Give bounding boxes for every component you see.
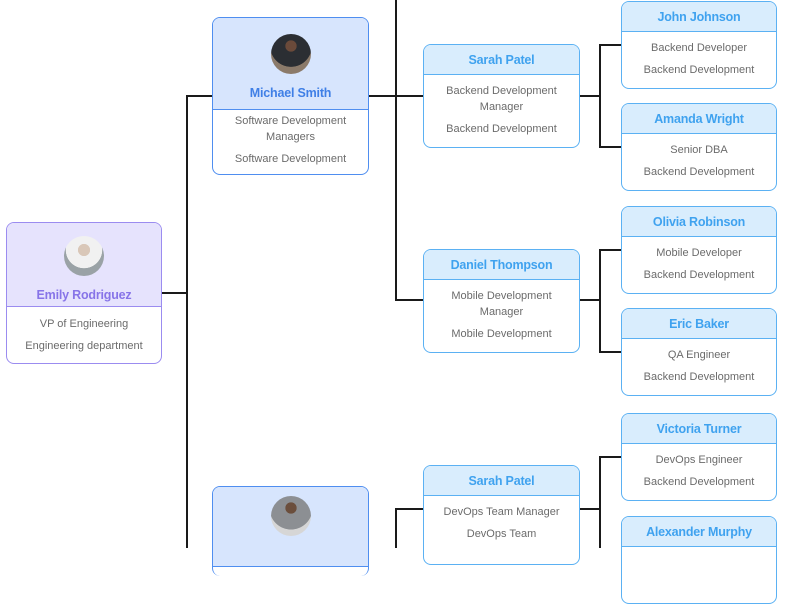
card-header: Daniel Thompson: [424, 250, 579, 280]
person-department: Backend Development: [643, 64, 755, 76]
org-card-team-lead[interactable]: Daniel Thompson Mobile Development Manag…: [423, 249, 580, 353]
person-name: Emily Rodriguez: [36, 287, 132, 302]
person-department: Software Development: [234, 153, 347, 165]
card-header: Alexander Murphy: [622, 517, 776, 547]
person-title: Backend Developer: [650, 42, 747, 54]
connector-line: [186, 95, 213, 97]
person-name: Daniel Thompson: [450, 257, 553, 272]
card-header: Emily Rodriguez: [7, 223, 161, 307]
card-body: VP of Engineering Engineering department: [7, 307, 161, 354]
person-title: Mobile Developer: [656, 247, 742, 259]
title-line: Software Development: [234, 115, 347, 127]
person-title: Backend Development Manager: [424, 83, 579, 115]
org-card-member[interactable]: Olivia Robinson Mobile Developer Backend…: [621, 206, 777, 294]
org-card-team-lead[interactable]: Sarah Patel Backend Development Manager …: [423, 44, 580, 148]
org-card-manager[interactable]: Michael Smith Software Development Manag…: [212, 17, 369, 175]
org-card-member[interactable]: John Johnson Backend Developer Backend D…: [621, 1, 777, 89]
card-body: Software Development Managers Software D…: [213, 110, 368, 167]
person-department: Backend Development: [643, 166, 755, 178]
person-title: QA Engineer: [667, 349, 731, 361]
connector-line: [599, 146, 621, 148]
org-card-member[interactable]: Alexander Murphy: [621, 516, 777, 604]
person-photo-icon: [64, 235, 104, 276]
person-name: Alexander Murphy: [646, 524, 752, 539]
connector-line: [599, 44, 621, 46]
person-name: Sarah Patel: [468, 473, 535, 488]
card-body: QA Engineer Backend Development: [622, 339, 776, 385]
card-body: Senior DBA Backend Development: [622, 134, 776, 180]
title-line: Managers: [266, 131, 315, 143]
person-name: Michael Smith: [249, 85, 332, 100]
org-card-member[interactable]: Victoria Turner DevOps Engineer Backend …: [621, 413, 777, 501]
connector-line: [599, 456, 601, 548]
person-title: DevOps Engineer: [655, 454, 743, 466]
person-department: Backend Development: [643, 269, 755, 281]
person-name: Sarah Patel: [468, 52, 535, 67]
person-title: DevOps Team Manager: [443, 506, 560, 518]
connector-line: [599, 249, 621, 251]
connector-line: [395, 508, 424, 510]
person-department: Backend Development: [643, 371, 755, 383]
person-department: Engineering department: [25, 340, 143, 352]
connector-line: [579, 299, 601, 301]
connector-line: [395, 508, 397, 548]
connector-line: [579, 95, 601, 97]
card-body: Mobile Development Manager Mobile Develo…: [424, 280, 579, 342]
person-name: Amanda Wright: [654, 111, 744, 126]
card-header: Eric Baker: [622, 309, 776, 339]
person-name: John Johnson: [657, 9, 741, 24]
org-card-member[interactable]: Eric Baker QA Engineer Backend Developme…: [621, 308, 777, 396]
connector-line: [186, 95, 188, 548]
title-line: Backend Development: [446, 85, 557, 97]
connector-line: [579, 508, 601, 510]
connector-line: [599, 249, 601, 353]
card-header: Sarah Patel: [424, 466, 579, 496]
connector-line: [161, 292, 187, 294]
card-header: Olivia Robinson: [622, 207, 776, 237]
title-line: Manager: [479, 306, 524, 318]
card-header: John Johnson: [622, 2, 776, 32]
person-department: Mobile Development: [451, 328, 552, 340]
person-photo-icon: [270, 496, 311, 536]
person-department: Backend Development: [643, 476, 755, 488]
card-body: Mobile Developer Backend Development: [622, 237, 776, 283]
card-header: Amanda Wright: [622, 104, 776, 134]
person-photo-icon: [270, 33, 311, 74]
person-title: Mobile Development Manager: [424, 288, 579, 320]
title-line: Mobile Development: [451, 290, 552, 302]
person-title: VP of Engineering: [39, 318, 129, 330]
card-header: Sarah Patel: [424, 45, 579, 75]
connector-line: [599, 456, 621, 458]
person-name: Eric Baker: [669, 316, 729, 331]
org-card-root[interactable]: Emily Rodriguez VP of Engineering Engine…: [6, 222, 162, 364]
org-card-team-lead[interactable]: Sarah Patel DevOps Team Manager DevOps T…: [423, 465, 580, 565]
connector-line: [395, 299, 424, 301]
card-body: Backend Developer Backend Development: [622, 32, 776, 78]
card-header: Victoria Turner: [622, 414, 776, 444]
org-card-manager[interactable]: [212, 486, 369, 576]
person-name: Victoria Turner: [656, 421, 742, 436]
person-department: Backend Development: [446, 123, 557, 135]
connector-line: [599, 44, 601, 148]
card-body: DevOps Engineer Backend Development: [622, 444, 776, 490]
connector-line: [599, 351, 621, 353]
card-body: DevOps Team Manager DevOps Team: [424, 496, 579, 542]
connector-line: [395, 0, 397, 301]
person-title: Senior DBA: [670, 144, 728, 156]
person-department: DevOps Team: [466, 528, 537, 540]
person-title: Software Development Managers: [213, 113, 368, 145]
card-body: Backend Development Manager Backend Deve…: [424, 75, 579, 137]
title-line: Manager: [479, 101, 524, 113]
card-header: Michael Smith: [213, 18, 368, 110]
card-header: [213, 487, 368, 567]
org-card-member[interactable]: Amanda Wright Senior DBA Backend Develop…: [621, 103, 777, 191]
person-name: Olivia Robinson: [652, 214, 746, 229]
